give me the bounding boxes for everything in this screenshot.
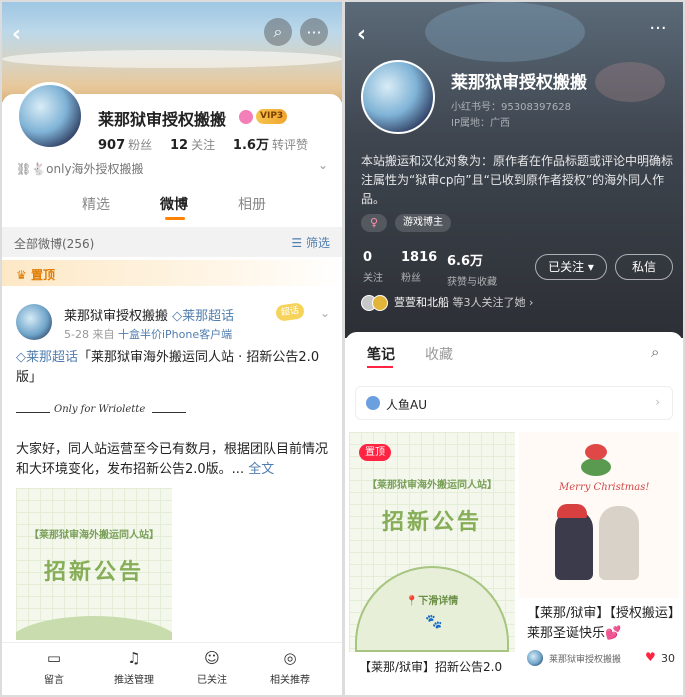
mutual-followers[interactable]: 萱萱和北船 等3人关注了她 › [361,294,533,311]
message-icon: ▭ [46,649,62,667]
reposts-stat[interactable]: 1.6万 转评赞 [233,138,308,153]
pinned-label: ♛ 置顶 [16,268,55,282]
pin-icon: 📍 [405,596,419,607]
note-card[interactable]: 【莱那狱审海外搬运同人站】 招新公告 📍下滑详情 🐾 置顶 【莱那/狱审】招新公… [349,432,515,695]
filter-button[interactable]: ☰ 筛选 [291,234,330,251]
heart-icon[interactable]: ♥ [645,650,656,664]
crown-icon: ♛ [16,268,31,282]
profile-bio: 本站搬运和汉化对象为：原作者在作品标题或评论中明确标注属性为“狱审cp向”且“已… [361,154,674,206]
image-sub-text: 📍下滑详情 [405,596,459,607]
verified-badge-icon [239,110,253,124]
followed-button[interactable]: 已关注 ▾ [535,254,607,280]
post-author[interactable]: 莱那狱审授权搬搬 ◇莱那超话 [64,305,234,324]
tab-album[interactable]: 相册 [238,194,266,214]
full-text-link[interactable]: 全文 [248,462,274,477]
tab-favorites[interactable]: 收藏 [425,344,453,364]
tab-weibo[interactable]: 微博 [160,194,188,214]
tab-featured[interactable]: 精选 [82,194,110,214]
chevron-right-icon: › [655,395,660,409]
collection-label: 人鱼AU [386,398,427,412]
user-check-icon: ☺ [204,649,220,667]
bell-icon: ♫ [127,649,141,667]
back-arrow-icon[interactable]: ‹ [357,22,366,47]
note-cover: Merry Christmas! [519,432,679,598]
post-body: 大家好，同人站运营至今已有数月，根据团队目前情况和大环境变化，发布招新公告2.0… [16,442,329,477]
pinned-badge: 置顶 [359,444,391,461]
post-meta: 5-28 来自 十盒半价iPhone客户端 [64,328,233,341]
weibo-profile-panel: ‹ ⌕ ··· 莱那狱审授权搬搬 VIP3 907 粉丝 12 关注 1.6万 转评赞… [2,2,342,695]
paw-icon: 🐾 [425,614,443,630]
image-title-text: 招新公告 [381,510,482,535]
xhs-profile-panel: ‹ ··· 莱那狱审授权搬搬 小红书号：95308397628 IP属地：广西 … [345,2,683,695]
pinned-banner: ♛ 置顶 [2,260,342,286]
note-card[interactable]: Merry Christmas! 【莱那/狱审】【授权搬运】莱那圣诞快乐💕 莱那… [519,432,679,695]
note-cover: 【莱那狱审海外搬运同人站】 招新公告 📍下滑详情 🐾 [349,432,515,652]
image-text: Merry Christmas! [559,482,650,493]
following-stat[interactable]: 0 关注 [363,250,383,284]
post-image[interactable]: 【莱那狱审海外搬运同人站】 招新公告 [16,488,172,640]
avatar[interactable] [16,82,84,150]
image-header-text: 【莱那狱审海外搬运同人站】 [367,480,497,491]
search-icon[interactable]: ⌕ [264,18,292,46]
post-title: ◇莱那超话「莱那狱审海外搬运同人站 · 招新公告2.0版」 [16,350,320,385]
note-caption: 【莱那/狱审】招新公告2.0 [359,660,503,674]
profile-tag: 游戏博主 [395,214,451,232]
fans-stat[interactable]: 907 粉丝 [98,138,152,153]
ip-location: IP属地：广西 [451,118,510,129]
topic-link[interactable]: ◇莱那超话 [16,350,78,365]
active-tab-indicator [367,366,393,368]
avatar[interactable] [361,60,435,134]
all-weibo-count: 全部微博(256) [14,237,95,251]
message-button[interactable]: 私信 [615,254,673,280]
note-author[interactable]: 莱那狱审授权搬搬 ♥ 30 [527,650,677,668]
back-arrow-icon[interactable]: ‹ [12,22,21,47]
collection-item[interactable]: 人鱼AU › [355,386,673,420]
image-header-text: 【莱那狱审海外搬运同人站】 [29,530,159,541]
recommend-icon: ◎ [283,649,297,667]
note-caption: 【莱那/狱审】【授权搬运】莱那圣诞快乐💕 [527,606,675,641]
screenshot-root: ‹ ⌕ ··· 莱那狱审授权搬搬 VIP3 907 粉丝 12 关注 1.6万 转评赞… [0,0,685,697]
tab-notes[interactable]: 笔记 [367,344,395,364]
filter-icon: ☰ [291,236,306,250]
active-tab-indicator [165,217,185,220]
more-icon[interactable]: ··· [643,18,673,42]
push-settings-button[interactable]: ♫ 推送管理 [94,649,174,686]
search-icon[interactable]: ⌕ [651,343,659,361]
image-title-text: 招新公告 [43,560,144,585]
bottom-action-bar: ▭ 留言 ♫ 推送管理 ☺ 已关注 ◎ 相关推荐 [2,642,342,695]
chevron-right-icon: › [529,296,534,309]
profile-name: 莱那狱审授权搬搬 [98,110,227,129]
message-button[interactable]: ▭ 留言 [14,649,94,686]
super-topic-link[interactable]: ◇莱那超话 [172,309,234,324]
chevron-down-icon: ▾ [587,260,594,274]
more-icon[interactable]: ··· [300,18,328,46]
profile-tabs: 精选 微博 相册 [2,190,342,220]
chevron-down-icon[interactable]: ⌄ [320,306,330,320]
chevron-down-icon[interactable]: ⌄ [318,158,328,172]
mutual-avatar [372,295,388,311]
only-for-divider: Only for Wriolette [16,404,186,420]
filter-bar: 全部微博(256) ☰ 筛选 [2,227,342,257]
likes-stat[interactable]: 6.6万 获赞与收藏 [447,250,497,288]
post-avatar[interactable] [16,304,52,340]
notes-sheet: 笔记 收藏 ⌕ 人鱼AU › 【莱那狱审海外搬运同人站】 招新公告 📍下滑详情 … [345,332,683,695]
following-stat[interactable]: 12 关注 [170,138,215,153]
avatar [527,650,543,666]
followed-button[interactable]: ☺ 已关注 [172,649,252,686]
user-id[interactable]: 小红书号：95308397628 [451,98,571,113]
fans-stat[interactable]: 1816 粉丝 [401,250,437,284]
vip-badge[interactable]: VIP3 [256,109,288,124]
like-count: 30 [661,652,675,665]
profile-name: 莱那狱审授权搬搬 [451,73,587,93]
super-topic-chip: 超话 [275,302,305,322]
profile-stats: 907 粉丝 12 关注 1.6万 转评赞 [98,134,308,153]
collection-icon [366,396,380,410]
profile-tagline: ⛓🐇only海外授权搬搬 [16,162,144,176]
recommend-button[interactable]: ◎ 相关推荐 [250,649,330,686]
female-icon: ♀ [361,214,387,232]
